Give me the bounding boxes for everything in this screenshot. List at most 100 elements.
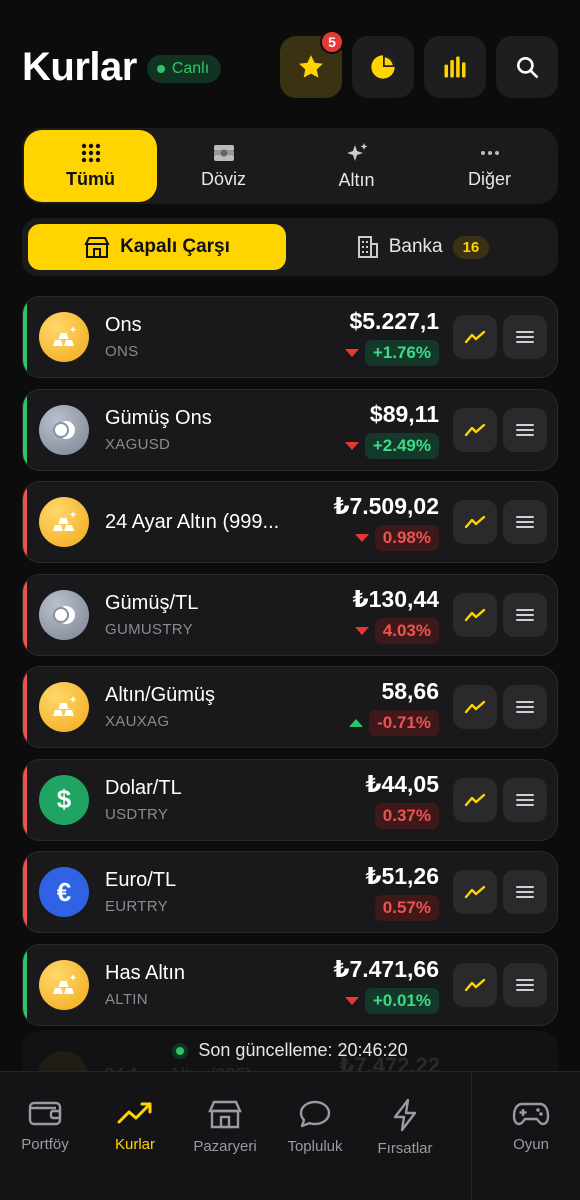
nav-rates[interactable]: Kurlar [90,1072,180,1200]
search-button[interactable] [496,36,558,98]
rate-row[interactable]: € Euro/TL EURTRY ₺51,26 0.57% [22,851,558,933]
silver-coins-icon [39,404,89,455]
menu-button[interactable] [503,962,547,1007]
rate-change-badge: +2.49% [364,432,439,459]
rate-row[interactable]: Ons ONS $5.227,1 +1.76% [22,296,558,378]
page-title: Kurlar [22,44,137,89]
rate-code: XAGUSD [105,435,171,453]
pie-chart-icon [371,55,395,79]
nav-label: Kurlar [114,1136,155,1153]
rate-name: Altın/Gümüş [105,684,216,706]
menu-button[interactable] [503,407,547,452]
rate-change-badge: +0.01% [364,987,439,1014]
rate-price: ₺7.509,02 [333,493,439,519]
line-chart-icon [464,700,486,714]
chart-button[interactable] [453,962,497,1007]
kapali-carsi-button[interactable]: Kapalı Çarşı [28,224,286,270]
rate-row[interactable]: $ Dolar/TL USDTRY ₺44,05 0.37% [22,758,558,841]
rate-change-badge: 0.57% [374,895,439,921]
bar-chart-icon [444,56,466,78]
trend-indicator-bar [23,759,27,840]
menu-button[interactable] [503,500,547,544]
tab-other[interactable]: Diğer [423,130,556,202]
trend-indicator-bar [23,574,27,655]
menu-button[interactable] [503,777,547,822]
chart-button[interactable] [453,315,497,359]
rate-row[interactable]: Gümüş/TL GUMUSTRY ₺130,44 4.03% [22,573,558,656]
nav-game[interactable]: Oyun [486,1072,576,1200]
trend-indicator-bar [23,667,27,747]
nav-label: Oyun [513,1136,549,1153]
nav-community[interactable]: Topluluk [270,1072,360,1200]
stats-button[interactable] [424,36,486,98]
rate-name: Has Altın [105,961,186,984]
nav-label: Fırsatlar [377,1140,433,1157]
menu-button[interactable] [503,592,547,637]
rate-name: Euro/TL [105,869,177,891]
nav-portfolio[interactable]: Portföy [0,1072,90,1200]
header: Kurlar Canlı 5 [22,30,558,98]
last-update-status: Son güncelleme: 20:46:20 [0,1040,580,1061]
favorites-button[interactable]: 5 [280,30,344,98]
rate-change-badge: 0.98% [374,525,439,551]
rate-change-badge: 4.03% [374,617,439,644]
rate-price: ₺51,26 [365,863,439,889]
chart-button[interactable] [453,500,497,544]
chart-button[interactable] [453,592,497,637]
down-arrow-icon [344,349,359,357]
tab-all[interactable]: Tümü [24,130,157,202]
hamburger-icon [516,793,534,806]
rate-price: ₺130,44 [352,585,439,612]
store-icon [208,1100,242,1129]
down-arrow-icon [344,996,359,1005]
rate-row[interactable]: Has Altın ALTIN ₺7.471,66 +0.01% [22,943,558,1026]
rate-price: ₺44,05 [365,770,439,797]
rate-code: ALTIN [105,990,148,1008]
rate-price: $5.227,1 [349,308,439,334]
bank-button[interactable]: Banka 16 [294,224,552,270]
tab-gold[interactable]: Altın [290,130,423,202]
line-chart-icon [464,515,486,529]
nav-marketplace[interactable]: Pazaryeri [180,1072,270,1200]
rate-row[interactable]: 24 Ayar Altın (999... ₺7.509,02 0.98% [22,481,558,563]
gold-bars-icon [39,682,89,732]
rate-row[interactable]: Gümüş Ons XAGUSD $89,11 +2.49% [22,388,558,471]
hamburger-icon [516,608,534,621]
chart-button[interactable] [453,870,497,914]
tab-label: Döviz [200,168,246,189]
rate-name: Gümüş/TL [105,591,199,614]
category-tabs: Tümü Döviz Altın Diğer [22,128,558,204]
menu-button[interactable] [503,685,547,729]
favorites-count-badge: 5 [320,30,344,54]
building-icon [357,236,378,258]
menu-button[interactable] [503,315,547,359]
down-arrow-icon [354,626,369,635]
line-chart-icon [464,978,486,991]
menu-button[interactable] [503,870,547,914]
line-chart-icon [464,608,486,621]
bank-count-badge: 16 [452,235,490,259]
sparkle-icon [346,142,367,161]
rate-row[interactable]: Altın/Gümüş XAUXAG 58,66 -0.71% [22,666,558,748]
chart-button[interactable] [453,777,497,822]
hamburger-icon [516,701,534,713]
nav-deals[interactable]: Fırsatlar [360,1072,450,1200]
hamburger-icon [516,331,534,343]
trend-indicator-bar [23,297,27,377]
chart-button[interactable] [453,407,497,452]
portfolio-chart-button[interactable] [352,36,414,98]
chat-icon [299,1100,331,1128]
rates-list: Ons ONS $5.227,1 +1.76% Gümüş Ons XAGUSD $89,1… [22,296,558,1036]
tab-currency[interactable]: Döviz [157,130,290,202]
tab-label: Tümü [66,168,115,189]
tab-label: Diğer [467,168,511,189]
line-chart-icon [464,423,486,436]
chart-button[interactable] [453,685,497,729]
hamburger-icon [516,886,534,898]
rate-code: USDTRY [105,805,169,823]
rate-change-badge: -0.71% [369,710,439,736]
kapali-carsi-label: Kapalı Çarşı [120,236,230,257]
gamepad-icon [512,1102,550,1126]
status-dot-icon [172,1042,189,1059]
down-arrow-icon [344,441,359,450]
